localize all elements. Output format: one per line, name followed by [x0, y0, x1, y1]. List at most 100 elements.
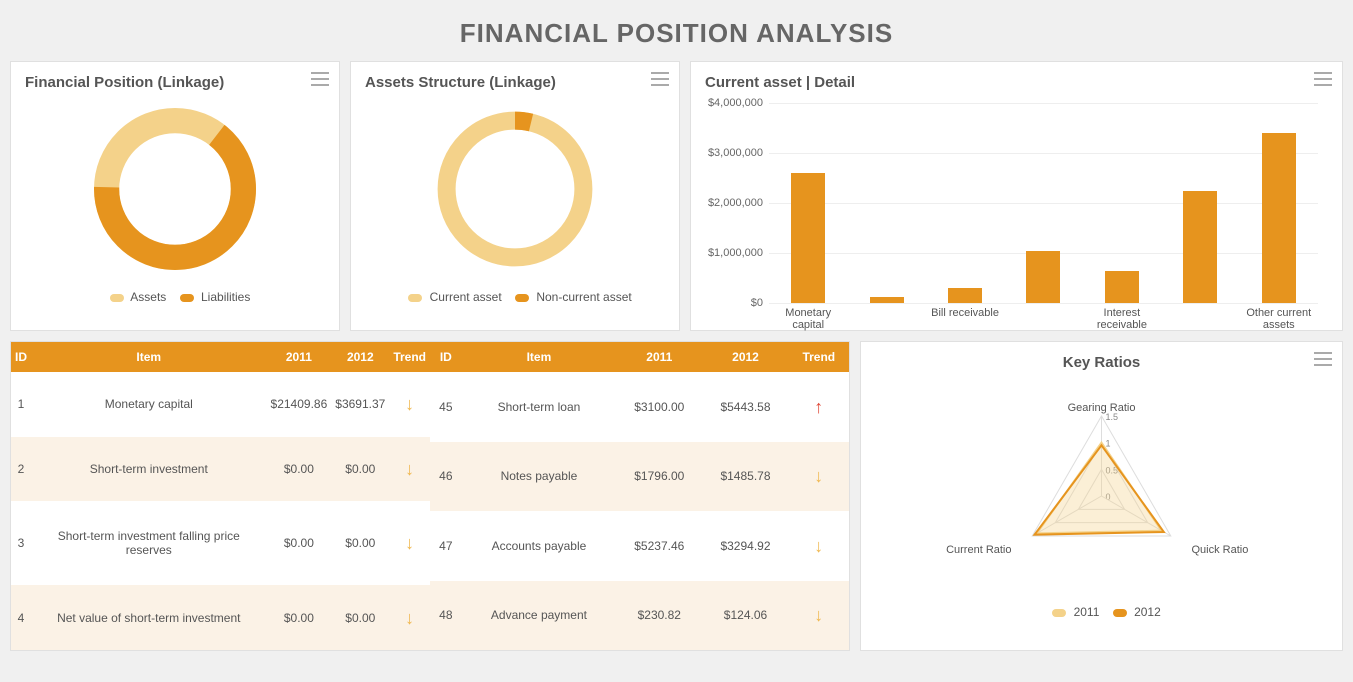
table-row[interactable]: 47Accounts payable$5237.46$3294.92↓ [430, 511, 849, 581]
table-cell: Notes payable [462, 442, 616, 512]
table-cell: $21409.86 [267, 372, 332, 437]
table-cell: 3 [11, 501, 31, 585]
x-axis-label: Bill receivable [926, 307, 1004, 331]
table-cell-trend: ↓ [789, 511, 849, 581]
table-header: Trend [789, 342, 849, 372]
data-table-right: IDItem20112012Trend 45Short-term loan$31… [430, 342, 849, 650]
legend-swatch [1052, 609, 1066, 617]
radar-chart: 00.511.5Gearing RatioQuick RatioCurrent … [875, 371, 1328, 601]
legend-label: 2012 [1134, 605, 1161, 619]
bar-column [1161, 103, 1239, 303]
arrow-up-icon: ↑ [814, 397, 823, 417]
table-cell: 45 [430, 372, 462, 442]
table-cell: $0.00 [267, 585, 332, 650]
bar-chart: $0$1,000,000$2,000,000$3,000,000$4,000,0… [769, 103, 1318, 303]
data-table-panel: IDItem20112012Trend 1Monetary capital$21… [10, 341, 850, 651]
menu-icon[interactable] [311, 72, 329, 86]
arrow-down-icon: ↓ [814, 605, 823, 625]
table-cell: 48 [430, 581, 462, 651]
table-cell: Advance payment [462, 581, 616, 651]
bar-column [926, 103, 1004, 303]
table-header: Trend [389, 342, 430, 372]
key-ratios-card: Key Ratios 00.511.5Gearing RatioQuick Ra… [860, 341, 1343, 651]
grid-line [769, 303, 1318, 304]
bar-rect [1105, 271, 1139, 304]
table-header: 2012 [331, 342, 389, 372]
bar-rect [1262, 133, 1296, 303]
y-axis-label: $3,000,000 [705, 147, 763, 159]
table-cell: 47 [430, 511, 462, 581]
x-axis-label [847, 307, 925, 331]
card-title: Assets Structure (Linkage) [365, 74, 665, 91]
table-cell: 2 [11, 437, 31, 502]
table-header: Item [462, 342, 616, 372]
table-cell: 1 [11, 372, 31, 437]
table-header: Item [31, 342, 267, 372]
donut-chart-assets [365, 99, 665, 284]
bar-column [847, 103, 925, 303]
x-axis-label [1161, 307, 1239, 331]
bar-column [1004, 103, 1082, 303]
table-cell: $0.00 [267, 437, 332, 502]
radar-axis-label: Current Ratio [946, 544, 1011, 556]
table-row[interactable]: 4Net value of short-term investment$0.00… [11, 585, 430, 650]
data-table-left: IDItem20112012Trend 1Monetary capital$21… [11, 342, 430, 650]
financial-position-card: Financial Position (Linkage) Assets Liab… [10, 61, 340, 331]
menu-icon[interactable] [651, 72, 669, 86]
arrow-down-icon: ↓ [405, 608, 414, 628]
y-axis-label: $0 [705, 297, 763, 309]
table-cell: Monetary capital [31, 372, 267, 437]
table-cell: $1796.00 [616, 442, 702, 512]
table-cell: Short-term loan [462, 372, 616, 442]
legend-swatch [180, 294, 194, 302]
table-row[interactable]: 48Advance payment$230.82$124.06↓ [430, 581, 849, 651]
bar-rect [870, 297, 904, 303]
table-cell: $1485.78 [702, 442, 788, 512]
legend-swatch [515, 294, 529, 302]
table-cell: Short-term investment [31, 437, 267, 502]
menu-icon[interactable] [1314, 352, 1332, 366]
table-row[interactable]: 45Short-term loan$3100.00$5443.58 ↑ [430, 372, 849, 442]
table-cell: $230.82 [616, 581, 702, 651]
bar-column [1240, 103, 1318, 303]
table-cell: 46 [430, 442, 462, 512]
table-cell-trend: ↓ [789, 581, 849, 651]
legend-swatch [110, 294, 124, 302]
table-cell-trend: ↓ [389, 437, 430, 502]
x-axis-label: Monetary capital [769, 307, 847, 331]
table-cell: $5443.58 [702, 372, 788, 442]
card-title: Financial Position (Linkage) [25, 74, 325, 91]
x-axis-label: Interest receivable [1083, 307, 1161, 331]
bar-rect [791, 173, 825, 303]
table-row[interactable]: 46Notes payable$1796.00$1485.78↓ [430, 442, 849, 512]
donut-chart-financial [25, 99, 325, 284]
table-row[interactable]: 2Short-term investment$0.00$0.00↓ [11, 437, 430, 502]
legend-label: Liabilities [201, 290, 250, 304]
legend-label: Non-current asset [536, 290, 631, 304]
table-cell: Accounts payable [462, 511, 616, 581]
table-cell: 4 [11, 585, 31, 650]
legend-label: Assets [130, 290, 166, 304]
legend-label: 2011 [1074, 605, 1100, 619]
y-axis-label: $4,000,000 [705, 97, 763, 109]
table-cell-trend: ↓ [389, 372, 430, 437]
card-title: Current asset | Detail [705, 74, 1328, 91]
table-cell: Net value of short-term investment [31, 585, 267, 650]
donut-legend: Current asset Non-current asset [365, 290, 665, 304]
table-cell-trend: ↓ [389, 585, 430, 650]
table-cell: $3100.00 [616, 372, 702, 442]
radar-axis-label: Gearing Ratio [1068, 402, 1136, 414]
current-asset-detail-card: Current asset | Detail $0$1,000,000$2,00… [690, 61, 1343, 331]
table-row[interactable]: 3Short-term investment falling price res… [11, 501, 430, 585]
menu-icon[interactable] [1314, 72, 1332, 86]
legend-label: Current asset [430, 290, 502, 304]
radar-axis-label: Quick Ratio [1192, 544, 1249, 556]
bar-column [769, 103, 847, 303]
arrow-down-icon: ↓ [814, 536, 823, 556]
bar-rect [1026, 251, 1060, 304]
table-header: 2012 [702, 342, 788, 372]
table-row[interactable]: 1Monetary capital$21409.86$3691.37↓ [11, 372, 430, 437]
page-title: FINANCIAL POSITION ANALYSIS [0, 0, 1353, 61]
x-axis-label [1004, 307, 1082, 331]
arrow-down-icon: ↓ [405, 533, 414, 553]
